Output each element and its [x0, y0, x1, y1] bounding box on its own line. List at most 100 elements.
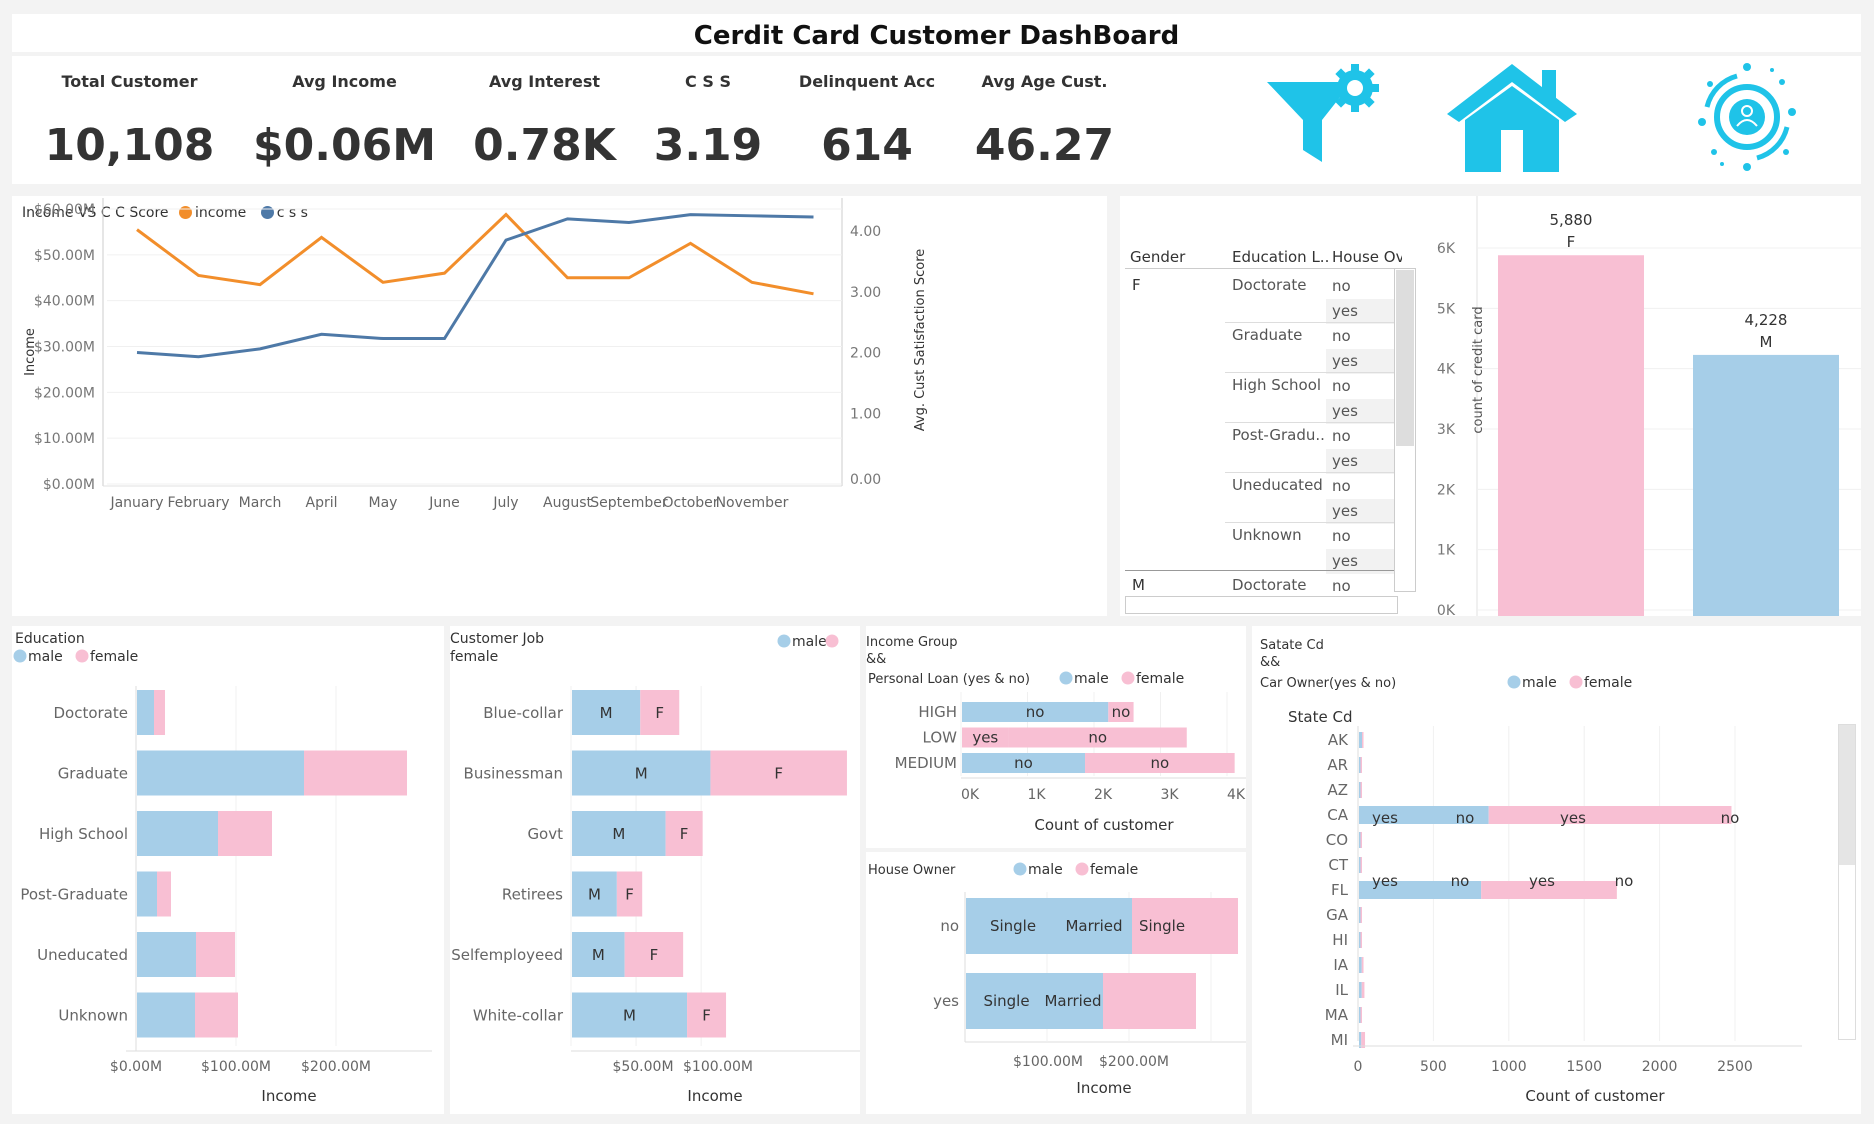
- state-title-3: Car Owner(yes & no): [1260, 676, 1396, 691]
- state-bar-male: [1359, 957, 1362, 973]
- state-category-label: HI: [1332, 931, 1348, 949]
- education-legend-label: male: [28, 649, 63, 665]
- house-owner-legend-dot: [1075, 862, 1089, 876]
- state-category-label: AK: [1328, 731, 1349, 749]
- table-value-cell: no: [1332, 527, 1351, 545]
- gender-axis-title: count of credit card: [1471, 306, 1486, 433]
- month-tick-label: May: [369, 495, 398, 511]
- right-axis-title: Avg. Cust Satisfaction Score: [913, 249, 928, 432]
- education-bar-female: [154, 690, 165, 735]
- month-tick-label: October: [662, 495, 718, 511]
- income-group-x-tick: 0K: [961, 787, 980, 803]
- state-segment-label: yes: [1372, 809, 1398, 827]
- education-x-tick: $100.00M: [201, 1059, 271, 1075]
- education-x-tick: $0.00M: [110, 1059, 162, 1075]
- job-bar-label-f: F: [655, 704, 664, 722]
- state-segment-label: no: [1615, 872, 1634, 890]
- job-category-label: Govt: [527, 825, 563, 843]
- month-tick-label: March: [239, 495, 282, 511]
- state-bar-male: [1359, 757, 1361, 773]
- education-bar-male: [137, 750, 304, 796]
- table-value-cell: no: [1332, 477, 1351, 495]
- state-bar-female: [1361, 957, 1364, 973]
- table-value-cell: no: [1332, 277, 1351, 295]
- table-value-cell: no: [1332, 327, 1351, 345]
- gender-bar-label: F: [1567, 233, 1576, 251]
- job-x-tick: $100.00M: [683, 1059, 753, 1075]
- income-group-category-label: LOW: [923, 729, 958, 747]
- education-x-tick: $200.00M: [301, 1059, 371, 1075]
- state-bar-female: [1362, 732, 1364, 748]
- income-group-x-tick: 3K: [1160, 787, 1179, 803]
- table-scrollbar-thumb: [1396, 270, 1414, 446]
- table-value-cell: yes: [1332, 452, 1358, 470]
- kpi-value-css: 3.19: [653, 120, 763, 171]
- table-education-cell: Doctorate: [1232, 276, 1307, 294]
- state-title-1: Satate Cd: [1260, 638, 1324, 653]
- job-x-tick: $50.00M: [612, 1059, 673, 1075]
- state-scrollbar[interactable]: [1838, 724, 1856, 1040]
- income-group-legend-label: female: [1136, 671, 1184, 687]
- filter-gear-icon[interactable]: [1267, 62, 1392, 170]
- month-tick-label: November: [716, 495, 789, 511]
- house-owner-segment-label: Single: [990, 917, 1036, 935]
- house-owner-segment-label: Single: [983, 992, 1029, 1010]
- right-tick-label: 1.00: [850, 406, 881, 422]
- gender-bar-value: 4,228: [1745, 311, 1788, 329]
- house-owner-x-tick: $200.00M: [1099, 1054, 1169, 1070]
- gender-tick-label: 0K: [1437, 603, 1456, 616]
- state-category-label: IL: [1335, 981, 1348, 999]
- education-category-label: Graduate: [58, 765, 128, 783]
- state-bar-female: [1360, 932, 1362, 948]
- home-icon[interactable]: [1447, 64, 1577, 172]
- house-owner-segment-label: Single: [1139, 917, 1185, 935]
- income-group-title-3: Personal Loan (yes & no): [868, 672, 1030, 687]
- income-group-x-tick: 1K: [1027, 787, 1046, 803]
- gender-tick-label: 6K: [1437, 241, 1456, 257]
- income-group-title-1: Income Group: [866, 635, 958, 650]
- table-gender-cell: M: [1132, 576, 1145, 594]
- state-bar-female: [1360, 907, 1362, 923]
- state-x-tick: 500: [1420, 1059, 1447, 1075]
- state-legend-label: male: [1522, 675, 1557, 691]
- job-bar-label-m: M: [592, 946, 605, 964]
- education-legend-dot: [13, 649, 27, 663]
- job-bar-label-f: F: [680, 825, 689, 843]
- education-bar-female: [218, 811, 272, 856]
- income-group-loan-chart: Income Group && Personal Loan (yes & no) ma…: [866, 635, 1246, 834]
- state-bar-male: [1359, 832, 1361, 848]
- kpi-label-avg-interest: Avg Interest: [488, 72, 601, 91]
- state-bar-female: [1360, 757, 1362, 773]
- education-title: Education: [15, 631, 85, 647]
- house-owner-x-tick: $100.00M: [1013, 1054, 1083, 1070]
- gender-table: Gender Education L.. House Ov F Doctorate no y…: [1120, 196, 1470, 616]
- kpi-value-delinquent-acc: 614: [821, 120, 913, 171]
- education-category-label: Post-Graduate: [20, 886, 128, 904]
- income-group-legend-dot: [1059, 671, 1073, 685]
- house-owner-category-label: yes: [933, 992, 959, 1010]
- state-axis-title: State Cd: [1288, 708, 1352, 726]
- gender-tick-label: 5K: [1437, 301, 1456, 317]
- state-x-tick: 1500: [1566, 1059, 1602, 1075]
- state-x-title: Count of customer: [1525, 1087, 1665, 1105]
- education-legend-label: female: [90, 649, 138, 665]
- gender-tick-label: 3K: [1437, 422, 1456, 438]
- state-scrollbar-thumb[interactable]: [1839, 725, 1855, 865]
- gender-tick-label: 2K: [1437, 482, 1456, 498]
- education-x-title: Income: [261, 1087, 316, 1105]
- table-header-education: Education L..: [1232, 248, 1330, 266]
- state-segment-label: no: [1456, 809, 1475, 827]
- state-category-label: CT: [1328, 856, 1348, 874]
- job-bar-label-f: F: [625, 886, 634, 904]
- job-bar-label-m: M: [588, 886, 601, 904]
- job-subtitle: female: [450, 649, 498, 665]
- education-bar-male: [137, 992, 195, 1038]
- state-category-label: MI: [1331, 1031, 1348, 1049]
- job-bar-label-m: M: [612, 825, 625, 843]
- income-group-title-2: &&: [866, 652, 886, 667]
- education-bar-male: [137, 690, 154, 735]
- state-bar-male: [1359, 1007, 1361, 1023]
- education-bar-female: [196, 932, 235, 977]
- state-category-label: GA: [1326, 906, 1349, 924]
- customer-target-icon[interactable]: [1692, 62, 1802, 172]
